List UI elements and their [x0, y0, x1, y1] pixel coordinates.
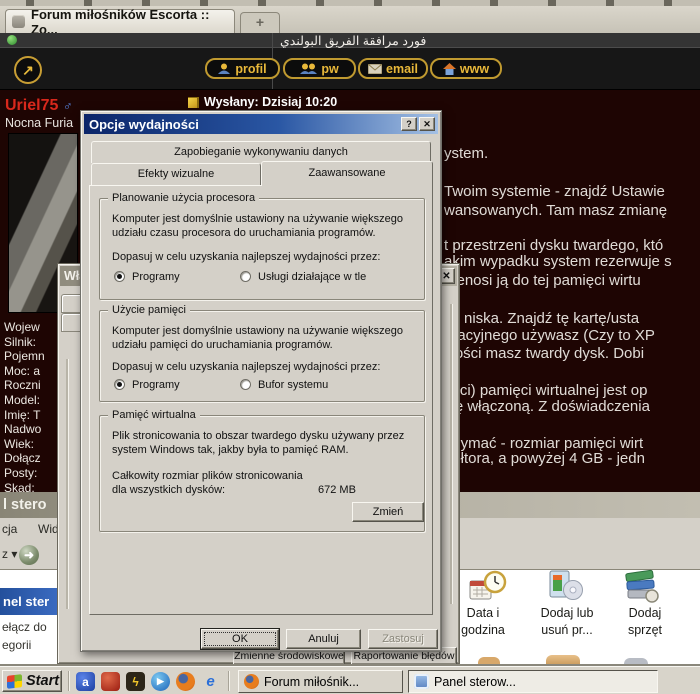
cpu-scheduling-group: Planowanie użycia procesora Komputer jes… [99, 198, 425, 300]
profile-field: Roczni [4, 378, 45, 393]
quick-launch-winamp-icon[interactable]: ϟ [126, 672, 145, 691]
groupbox-edge-fragment [66, 359, 68, 609]
groupbox-edge-fragment [450, 304, 452, 604]
jump-to-top-icon[interactable]: ↗ [14, 56, 42, 84]
tab-advanced-active[interactable]: Zaawansowane [261, 161, 433, 186]
quick-launch-ie-icon[interactable]: e [201, 672, 220, 691]
taskbar: Start a ϟ ▶ e Forum miłośnik... Panel st… [0, 666, 700, 694]
task-button-forum[interactable]: Forum miłośnik... [238, 670, 403, 693]
switch-view-link-fragment[interactable]: ełącz do [2, 620, 47, 634]
memory-usage-group: Użycie pamięci Komputer jest domyślnie u… [99, 310, 425, 402]
radio-mem-bufor[interactable] [240, 379, 251, 390]
performance-options-dialog: Opcje wydajności ? ✕ Zapobieganie wykony… [80, 110, 442, 652]
profile-field: Posty: [4, 466, 45, 481]
advanced-tab-panel: Planowanie użycia procesora Komputer jes… [89, 185, 433, 615]
radio-mem-programy[interactable] [114, 379, 125, 390]
help-button[interactable]: ? [401, 117, 417, 131]
home-icon [443, 63, 456, 75]
address-text-fragment[interactable]: z ▾ [2, 547, 17, 561]
profile-field: Moc: a [4, 364, 45, 379]
taskbar-separator [68, 671, 70, 691]
partial-icon-fragment [546, 655, 580, 666]
profil-button[interactable]: profil [205, 58, 280, 79]
partial-icon-fragment [478, 657, 500, 666]
quick-launch-messenger-icon[interactable]: a [76, 672, 95, 691]
post-text-line: rzenosi ją do tej pamięci wirtu [444, 272, 641, 289]
close-button[interactable]: ✕ [419, 117, 435, 131]
tab-bar: Forum miłośników Escorta :: Zo... + [0, 6, 700, 34]
www-button[interactable]: www [430, 58, 502, 79]
menu-edycja-fragment[interactable]: cja [2, 518, 17, 541]
profile-field: Dołącz [4, 451, 45, 466]
pw-button[interactable]: pw [283, 58, 356, 79]
paging-total-value: 672 MB [318, 484, 356, 496]
dialog-title: Opcje wydajności [89, 117, 199, 132]
tab-favicon-icon [12, 15, 25, 28]
screen: Forum miłośników Escorta :: Zo... + فورد… [0, 0, 700, 694]
post-text-line: półtora, a powyżej 4 GB - jedn [444, 450, 645, 467]
sidebar-header-fragment: nel ster [0, 588, 57, 615]
post-text-line: ystem. [444, 145, 488, 162]
tab-visual-effects[interactable]: Efekty wizualne [91, 163, 261, 185]
post-text-line: cję włączoną. Z doświadczenia [444, 398, 650, 415]
add-remove-programs-label[interactable]: Dodaj lub usuń pr... [522, 605, 612, 639]
change-button[interactable]: Zmień [352, 502, 424, 522]
add-hardware-label[interactable]: Dodaj sprzęt [600, 605, 690, 639]
profile-field: Nadwo [4, 422, 45, 437]
partial-icon-fragment [624, 658, 648, 666]
post-text-line: lkości masz twardy dysk. Dobi [444, 345, 644, 362]
author-profile-fields: Wojew Silnik: Pojemn Moc: a Roczni Model… [4, 320, 45, 495]
forum-topic-arabic: فورد مرافقة الفريق البولندي [280, 33, 426, 48]
profile-field: Pojemn [4, 349, 45, 364]
two-persons-icon [300, 63, 317, 74]
new-tab-button[interactable]: + [240, 12, 280, 33]
post-note-icon [188, 97, 199, 108]
task-button-control-panel[interactable]: Panel sterow... [408, 670, 658, 693]
post-text-line: za niska. Znajdź tę kartę/usta [444, 310, 639, 327]
post-author-username[interactable]: Uriel75 ♂ [5, 97, 73, 115]
quick-launch-red-app-icon[interactable] [101, 672, 120, 691]
windows-flag-icon [7, 674, 22, 689]
start-button[interactable]: Start [2, 670, 62, 692]
post-text-line: ości) pamięci wirtualnej jest op [444, 382, 647, 399]
post-text-line: akim wypadku system rezerwuje s [444, 253, 672, 270]
tab-dep[interactable]: Zapobieganie wykonywaniu danych [91, 141, 431, 163]
firefox-icon [244, 674, 259, 689]
taskbar-separator [228, 671, 230, 691]
quick-launch-media-player-icon[interactable]: ▶ [151, 672, 170, 691]
male-gender-icon: ♂ [63, 98, 73, 113]
profile-field: Model: [4, 393, 45, 408]
cancel-button[interactable]: Anuluj [286, 629, 361, 649]
profile-field: Silnik: [4, 335, 45, 350]
profile-field: Imię: T [4, 408, 45, 423]
post-text-line: eracyjnego używasz (Czy to XP [444, 327, 655, 344]
switch-view-link-fragment[interactable]: egorii [2, 638, 31, 652]
post-text-line: Twoim systemie - znajdź Ustawie [444, 183, 665, 200]
quick-launch-firefox-icon[interactable] [176, 672, 195, 691]
post-text-line: wansowanych. Tam masz zmianę [444, 202, 667, 219]
profile-field: Wiek: [4, 437, 45, 452]
radio-cpu-uslugi[interactable] [240, 271, 251, 282]
control-panel-icon [414, 674, 429, 689]
dialog-titlebar[interactable]: Opcje wydajności [84, 114, 438, 134]
envelope-icon [368, 64, 382, 74]
menu-widok-fragment[interactable]: Wid [38, 518, 59, 541]
email-button[interactable]: email [358, 58, 428, 79]
person-icon [218, 63, 231, 74]
post-timestamp: Wysłany: Dzisiaj 10:20 [204, 95, 337, 109]
virtual-memory-group: Pamięć wirtualna Plik stronicowania to o… [99, 415, 425, 532]
ok-button[interactable]: OK [201, 629, 279, 649]
browser-tab-forum[interactable]: Forum miłośników Escorta :: Zo... [5, 9, 235, 33]
go-button[interactable]: ➜ [19, 545, 39, 565]
apply-button[interactable]: Zastosuj [368, 629, 438, 649]
tab-title: Forum miłośników Escorta :: Zo... [31, 7, 228, 37]
profile-field: Wojew [4, 320, 45, 335]
post-author-rank: Nocna Furia [5, 116, 73, 130]
radio-cpu-programy[interactable] [114, 271, 125, 282]
post-text-line: t przestrzeni dysku twardego, któ [444, 237, 663, 254]
online-status-icon [7, 35, 17, 45]
